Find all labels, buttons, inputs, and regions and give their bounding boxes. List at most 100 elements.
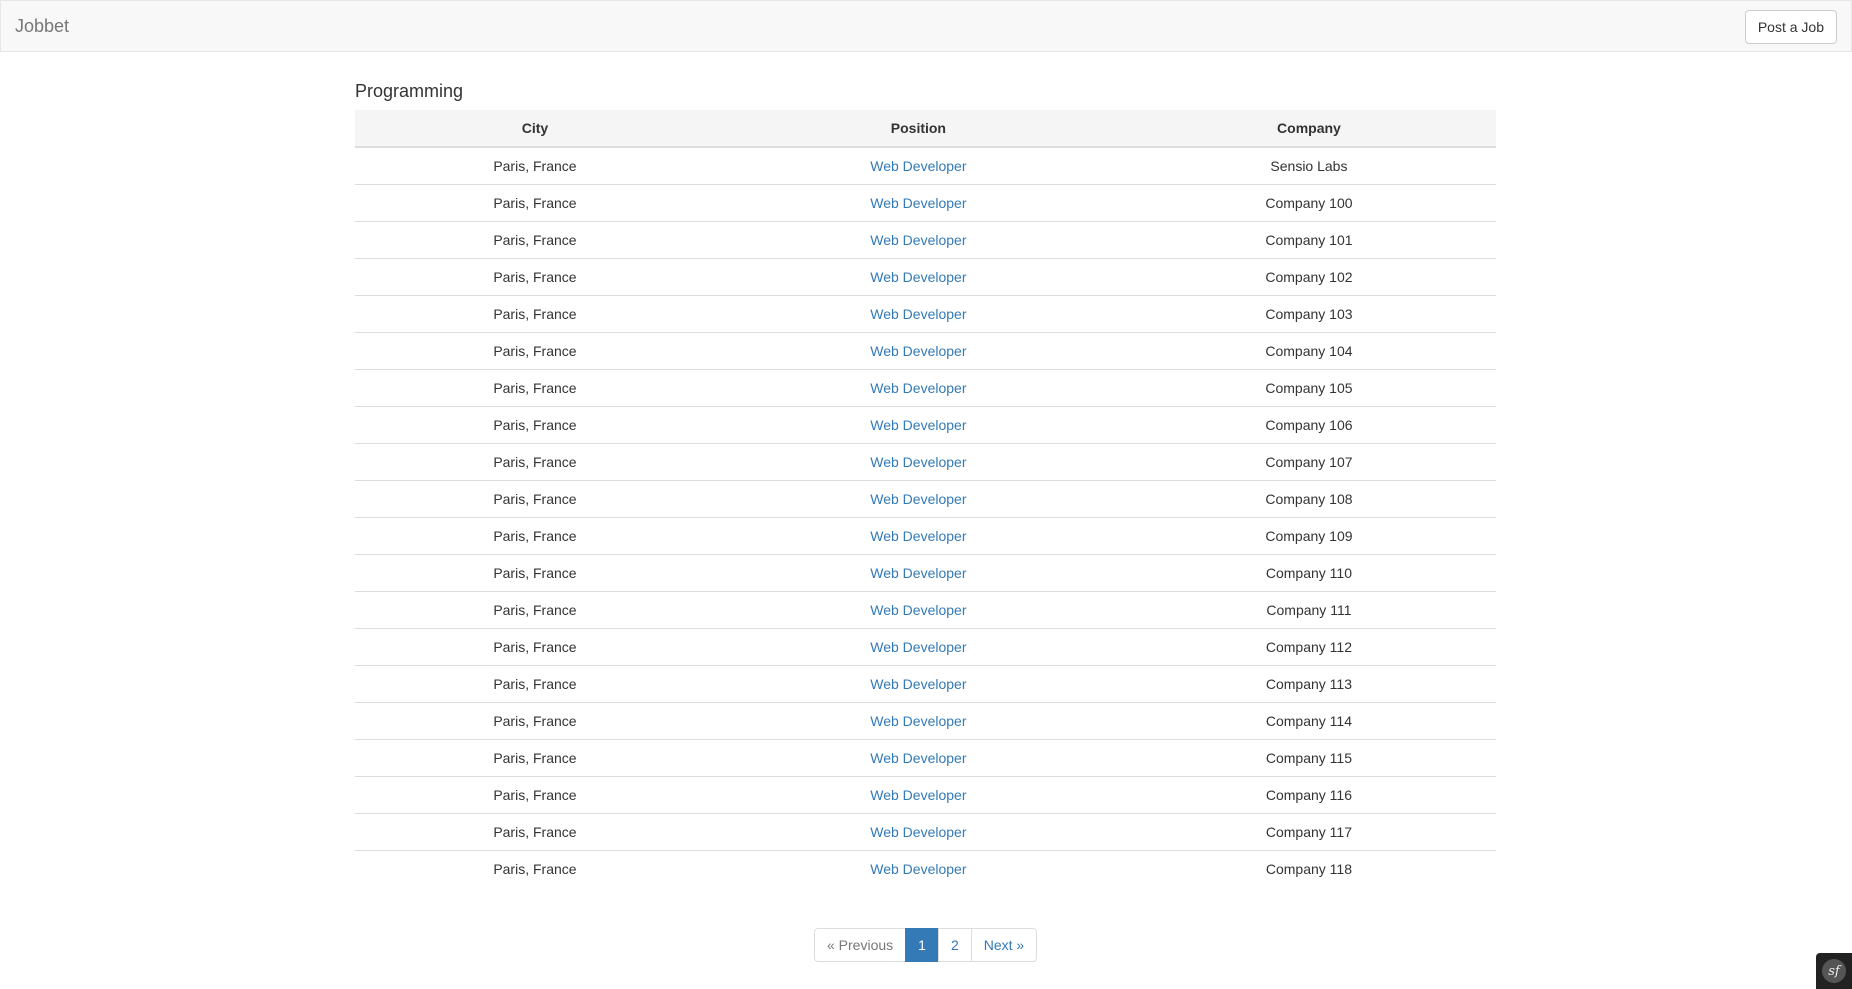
- position-cell: Web Developer: [714, 295, 1122, 333]
- position-link[interactable]: Web Developer: [870, 343, 966, 359]
- position-cell: Web Developer: [714, 665, 1122, 703]
- company-cell: Company 108: [1121, 480, 1496, 518]
- company-cell: Company 105: [1121, 369, 1496, 407]
- city-cell: Paris, France: [355, 480, 715, 518]
- table-row: Paris, France Web Developer Company 109: [355, 517, 1496, 555]
- brand-link[interactable]: Jobbet: [15, 16, 69, 36]
- position-link[interactable]: Web Developer: [870, 232, 966, 248]
- company-cell: Company 109: [1121, 517, 1496, 555]
- city-cell: Paris, France: [355, 443, 715, 481]
- company-cell: Company 101: [1121, 221, 1496, 259]
- company-cell: Company 102: [1121, 258, 1496, 296]
- column-header-position: Position: [714, 110, 1122, 148]
- position-link[interactable]: Web Developer: [870, 269, 966, 285]
- pagination: « Previous 1 2 Next »: [814, 928, 1038, 962]
- position-cell: Web Developer: [714, 628, 1122, 666]
- position-link[interactable]: Web Developer: [870, 306, 966, 322]
- position-link[interactable]: Web Developer: [870, 380, 966, 396]
- table-row: Paris, France Web Developer Company 110: [355, 554, 1496, 592]
- table-row: Paris, France Web Developer Company 102: [355, 258, 1496, 296]
- table-row: Paris, France Web Developer Company 118: [355, 850, 1496, 887]
- previous-page-link[interactable]: « Previous: [814, 928, 907, 962]
- position-cell: Web Developer: [714, 739, 1122, 777]
- company-cell: Company 103: [1121, 295, 1496, 333]
- company-cell: Company 110: [1121, 554, 1496, 592]
- position-link[interactable]: Web Developer: [870, 158, 966, 174]
- city-cell: Paris, France: [355, 813, 715, 851]
- debug-toolbar-toggle[interactable]: sf: [1816, 953, 1852, 989]
- position-cell: Web Developer: [714, 480, 1122, 518]
- city-cell: Paris, France: [355, 184, 715, 222]
- position-cell: Web Developer: [714, 332, 1122, 370]
- position-link[interactable]: Web Developer: [870, 787, 966, 803]
- company-cell: Company 113: [1121, 665, 1496, 703]
- position-link[interactable]: Web Developer: [870, 713, 966, 729]
- table-row: Paris, France Web Developer Company 112: [355, 628, 1496, 666]
- position-link[interactable]: Web Developer: [870, 824, 966, 840]
- position-link[interactable]: Web Developer: [870, 602, 966, 618]
- table-row: Paris, France Web Developer Company 106: [355, 406, 1496, 444]
- table-row: Paris, France Web Developer Company 100: [355, 184, 1496, 222]
- position-link[interactable]: Web Developer: [870, 565, 966, 581]
- table-row: Paris, France Web Developer Company 104: [355, 332, 1496, 370]
- position-link[interactable]: Web Developer: [870, 528, 966, 544]
- position-cell: Web Developer: [714, 443, 1122, 481]
- position-cell: Web Developer: [714, 776, 1122, 814]
- post-job-button[interactable]: Post a Job: [1744, 10, 1837, 44]
- city-cell: Paris, France: [355, 665, 715, 703]
- position-cell: Web Developer: [714, 850, 1122, 887]
- symfony-icon: sf: [1822, 959, 1846, 983]
- table-row: Paris, France Web Developer Company 116: [355, 776, 1496, 814]
- table-row: Paris, France Web Developer Company 105: [355, 369, 1496, 407]
- table-header-row: City Position Company: [355, 110, 1496, 148]
- company-cell: Company 106: [1121, 406, 1496, 444]
- jobs-table-body: Paris, France Web Developer Sensio Labs Par…: [355, 147, 1496, 887]
- table-row: Paris, France Web Developer Company 117: [355, 813, 1496, 851]
- company-cell: Company 112: [1121, 628, 1496, 666]
- position-cell: Web Developer: [714, 406, 1122, 444]
- top-navbar: Jobbet Post a Job: [0, 0, 1852, 52]
- company-cell: Company 107: [1121, 443, 1496, 481]
- table-row: Paris, France Web Developer Sensio Labs: [355, 147, 1496, 185]
- position-link[interactable]: Web Developer: [870, 454, 966, 470]
- position-link[interactable]: Web Developer: [870, 676, 966, 692]
- position-cell: Web Developer: [714, 813, 1122, 851]
- city-cell: Paris, France: [355, 702, 715, 740]
- city-cell: Paris, France: [355, 221, 715, 259]
- position-cell: Web Developer: [714, 702, 1122, 740]
- city-cell: Paris, France: [355, 517, 715, 555]
- city-cell: Paris, France: [355, 739, 715, 777]
- position-cell: Web Developer: [714, 184, 1122, 222]
- city-cell: Paris, France: [355, 850, 715, 887]
- position-link[interactable]: Web Developer: [870, 491, 966, 507]
- table-row: Paris, France Web Developer Company 101: [355, 221, 1496, 259]
- company-cell: Company 115: [1121, 739, 1496, 777]
- table-row: Paris, France Web Developer Company 108: [355, 480, 1496, 518]
- city-cell: Paris, France: [355, 258, 715, 296]
- position-cell: Web Developer: [714, 554, 1122, 592]
- position-link[interactable]: Web Developer: [870, 639, 966, 655]
- position-link[interactable]: Web Developer: [870, 750, 966, 766]
- next-page-link[interactable]: Next »: [970, 928, 1038, 962]
- category-title: Programming: [355, 81, 464, 101]
- city-cell: Paris, France: [355, 406, 715, 444]
- city-cell: Paris, France: [355, 295, 715, 333]
- city-cell: Paris, France: [493, 158, 577, 174]
- jobs-table: City Position Company Paris, France Web D…: [355, 110, 1496, 887]
- city-cell: Paris, France: [355, 776, 715, 814]
- position-link[interactable]: Web Developer: [870, 861, 966, 877]
- city-cell: Paris, France: [355, 332, 715, 370]
- page-link-2[interactable]: 2: [937, 928, 972, 962]
- page-link-1[interactable]: 1: [905, 928, 939, 962]
- city-cell: Paris, France: [355, 554, 715, 592]
- company-cell: Company 118: [1121, 850, 1496, 887]
- column-header-company: Company: [1121, 110, 1496, 148]
- position-link[interactable]: Web Developer: [870, 417, 966, 433]
- table-row: Paris, France Web Developer Company 103: [355, 295, 1496, 333]
- table-row: Paris, France Web Developer Company 115: [355, 739, 1496, 777]
- company-cell: Company 114: [1121, 702, 1496, 740]
- city-cell: Paris, France: [355, 628, 715, 666]
- column-header-city: City: [355, 110, 715, 148]
- company-cell: Company 111: [1121, 591, 1496, 629]
- position-link[interactable]: Web Developer: [870, 195, 966, 211]
